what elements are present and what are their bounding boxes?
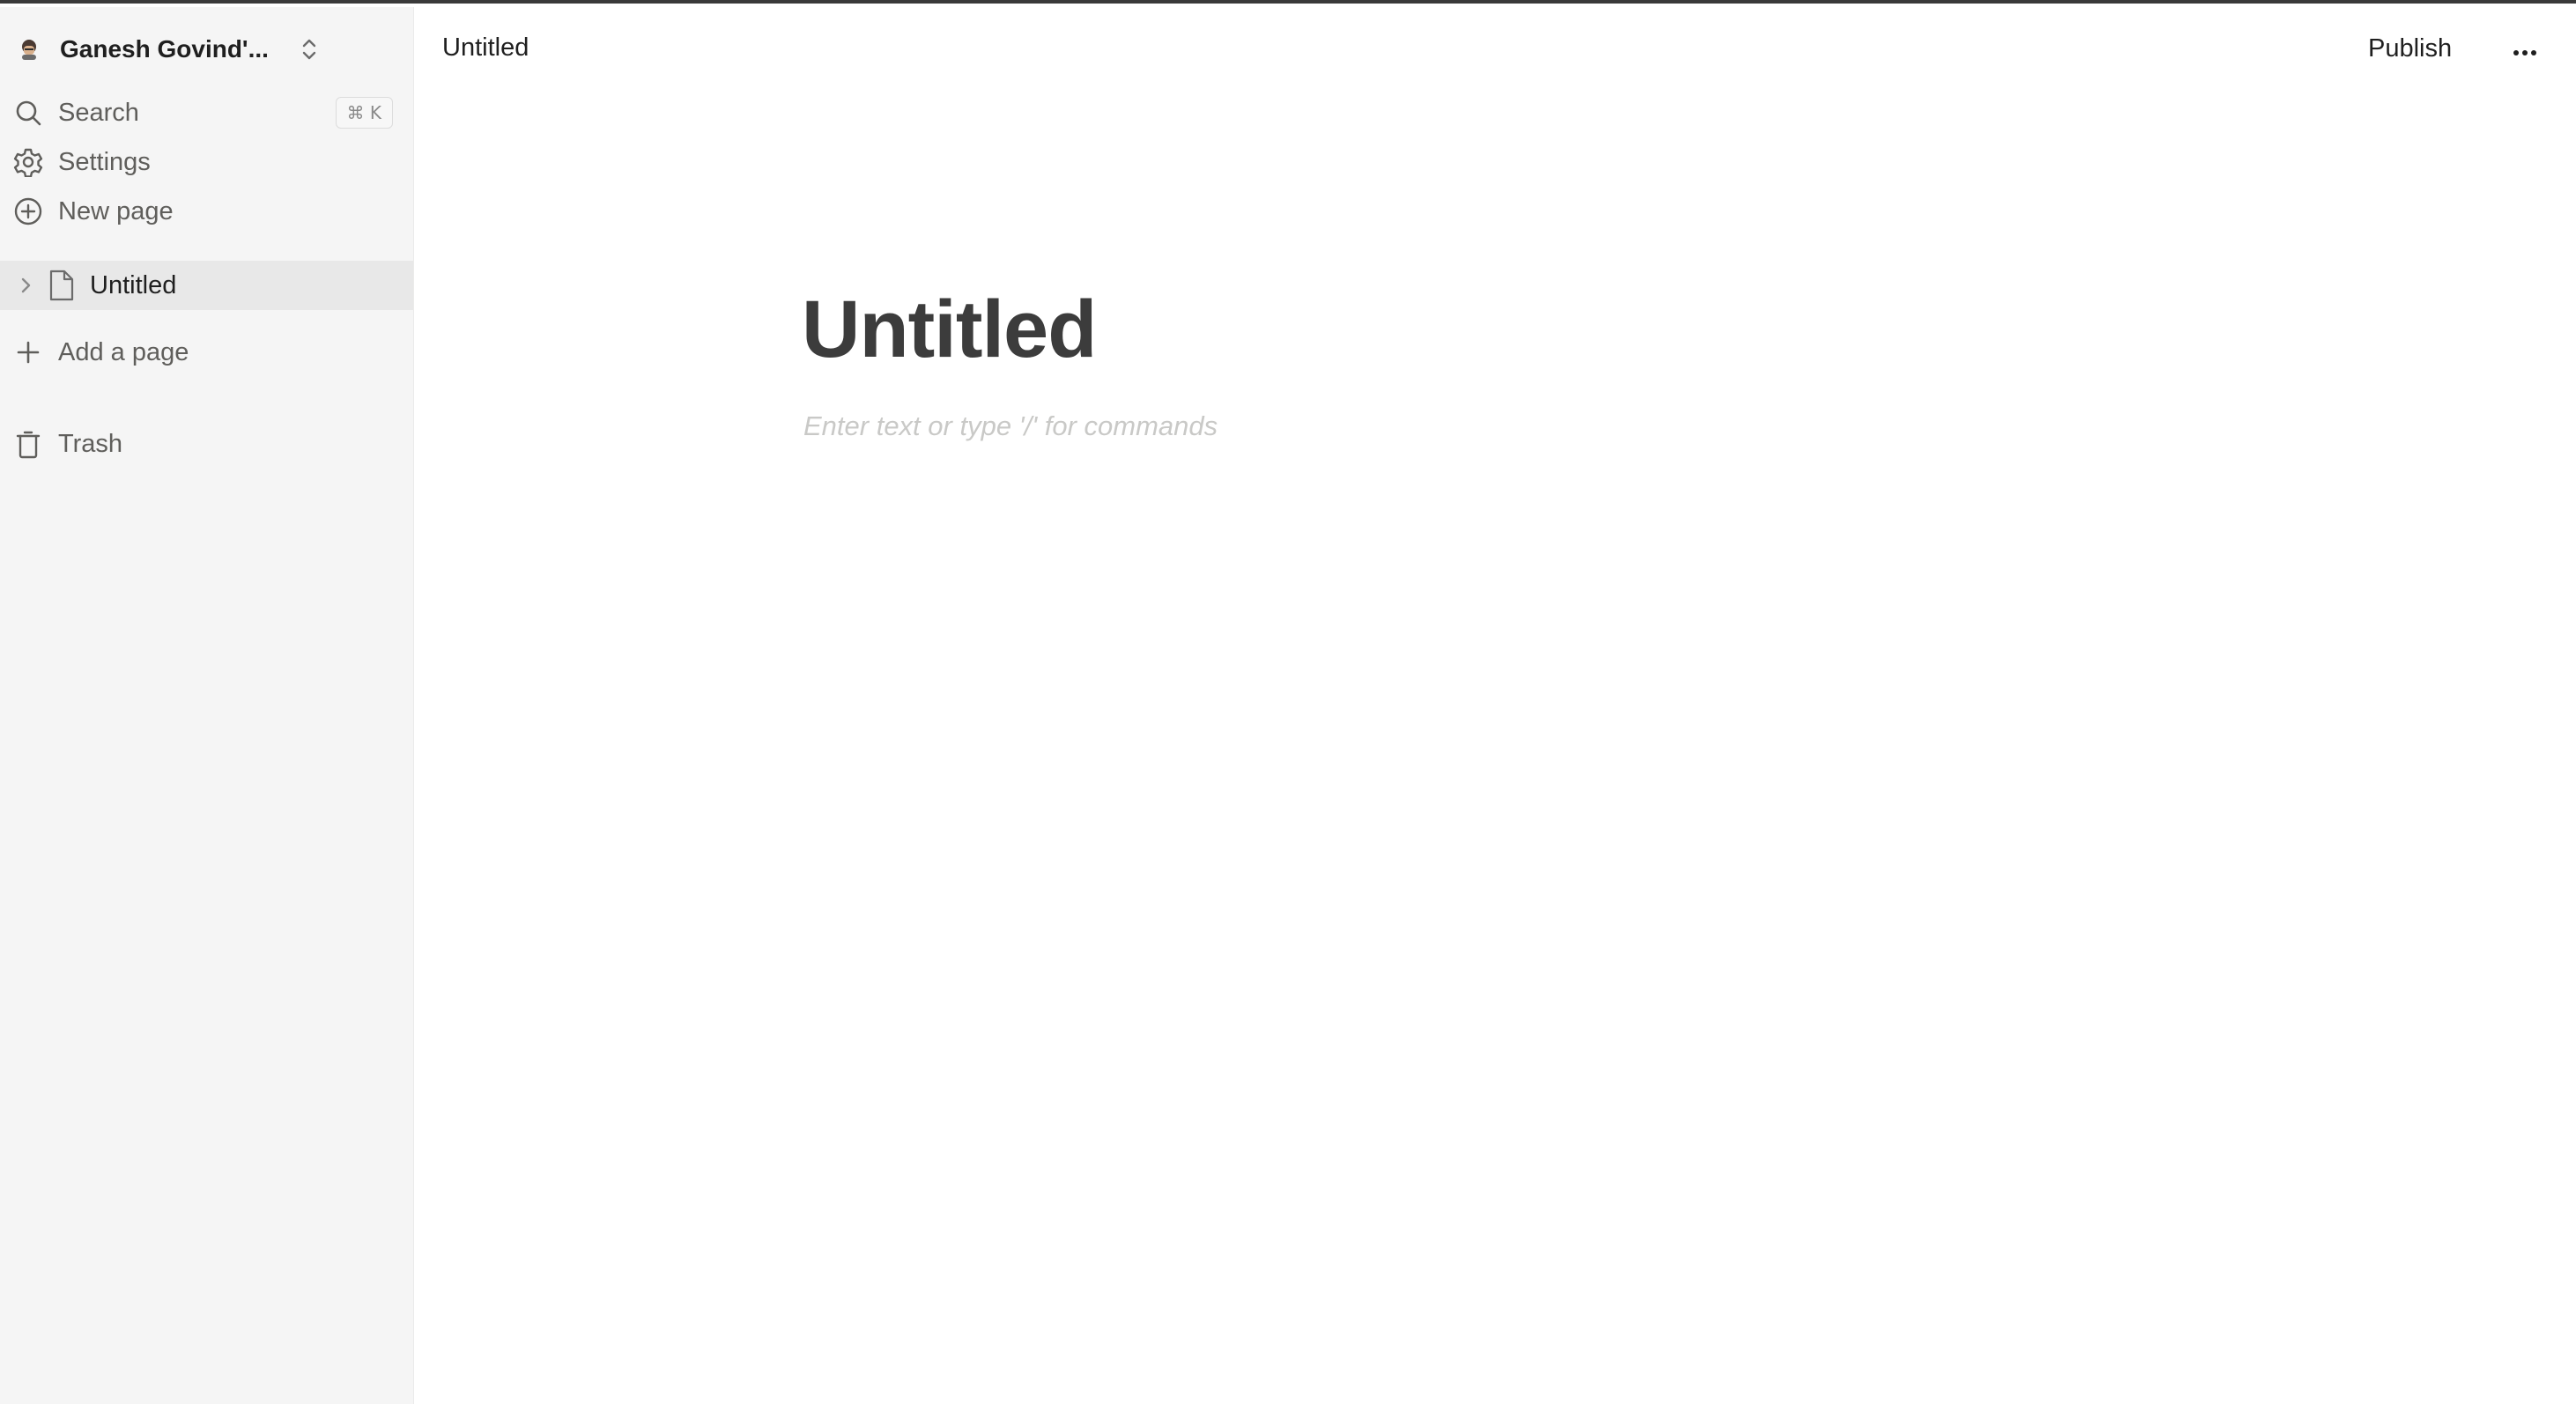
sidebar-item-settings[interactable]: Settings [0, 137, 414, 187]
workspace-name: Ganesh Govind'... [60, 35, 269, 63]
chevron-right-icon[interactable] [12, 270, 39, 301]
sidebar: Ganesh Govind'... Search ⌘ K Settings Ne… [0, 7, 414, 1404]
sidebar-page-label: Untitled [90, 270, 177, 299]
workspace-switcher[interactable]: Ganesh Govind'... [16, 26, 322, 72]
plus-circle-icon [12, 196, 44, 227]
sidebar-item-trash[interactable]: Trash [0, 419, 414, 469]
sidebar-item-label: Settings [58, 147, 151, 176]
plus-icon [12, 336, 44, 368]
page-title[interactable]: Untitled [802, 284, 1097, 376]
chevron-up-down-icon[interactable] [296, 32, 322, 67]
breadcrumb[interactable]: Untitled [442, 33, 529, 63]
sidebar-item-label: New page [58, 196, 174, 225]
editor-placeholder[interactable]: Enter text or type '/' for commands [803, 410, 1218, 442]
sidebar-item-label: Search [58, 98, 139, 127]
sidebar-item-add-page[interactable]: Add a page [0, 328, 414, 377]
sidebar-item-new-page[interactable]: New page [0, 187, 414, 236]
publish-button[interactable]: Publish [2343, 28, 2476, 69]
app-window: Ganesh Govind'... Search ⌘ K Settings Ne… [0, 0, 2576, 1404]
sidebar-page-untitled[interactable]: Untitled [0, 261, 413, 310]
search-icon [12, 97, 44, 129]
avatar-icon [16, 36, 42, 63]
keyboard-shortcut-badge: ⌘ K [335, 97, 393, 129]
gear-icon [12, 146, 44, 178]
document-icon [46, 268, 78, 303]
sidebar-item-search[interactable]: Search ⌘ K [0, 88, 414, 137]
more-horizontal-icon[interactable] [2502, 30, 2548, 76]
sidebar-item-label: Add a page [58, 337, 189, 366]
trash-icon [12, 428, 44, 460]
sidebar-item-label: Trash [58, 429, 123, 458]
